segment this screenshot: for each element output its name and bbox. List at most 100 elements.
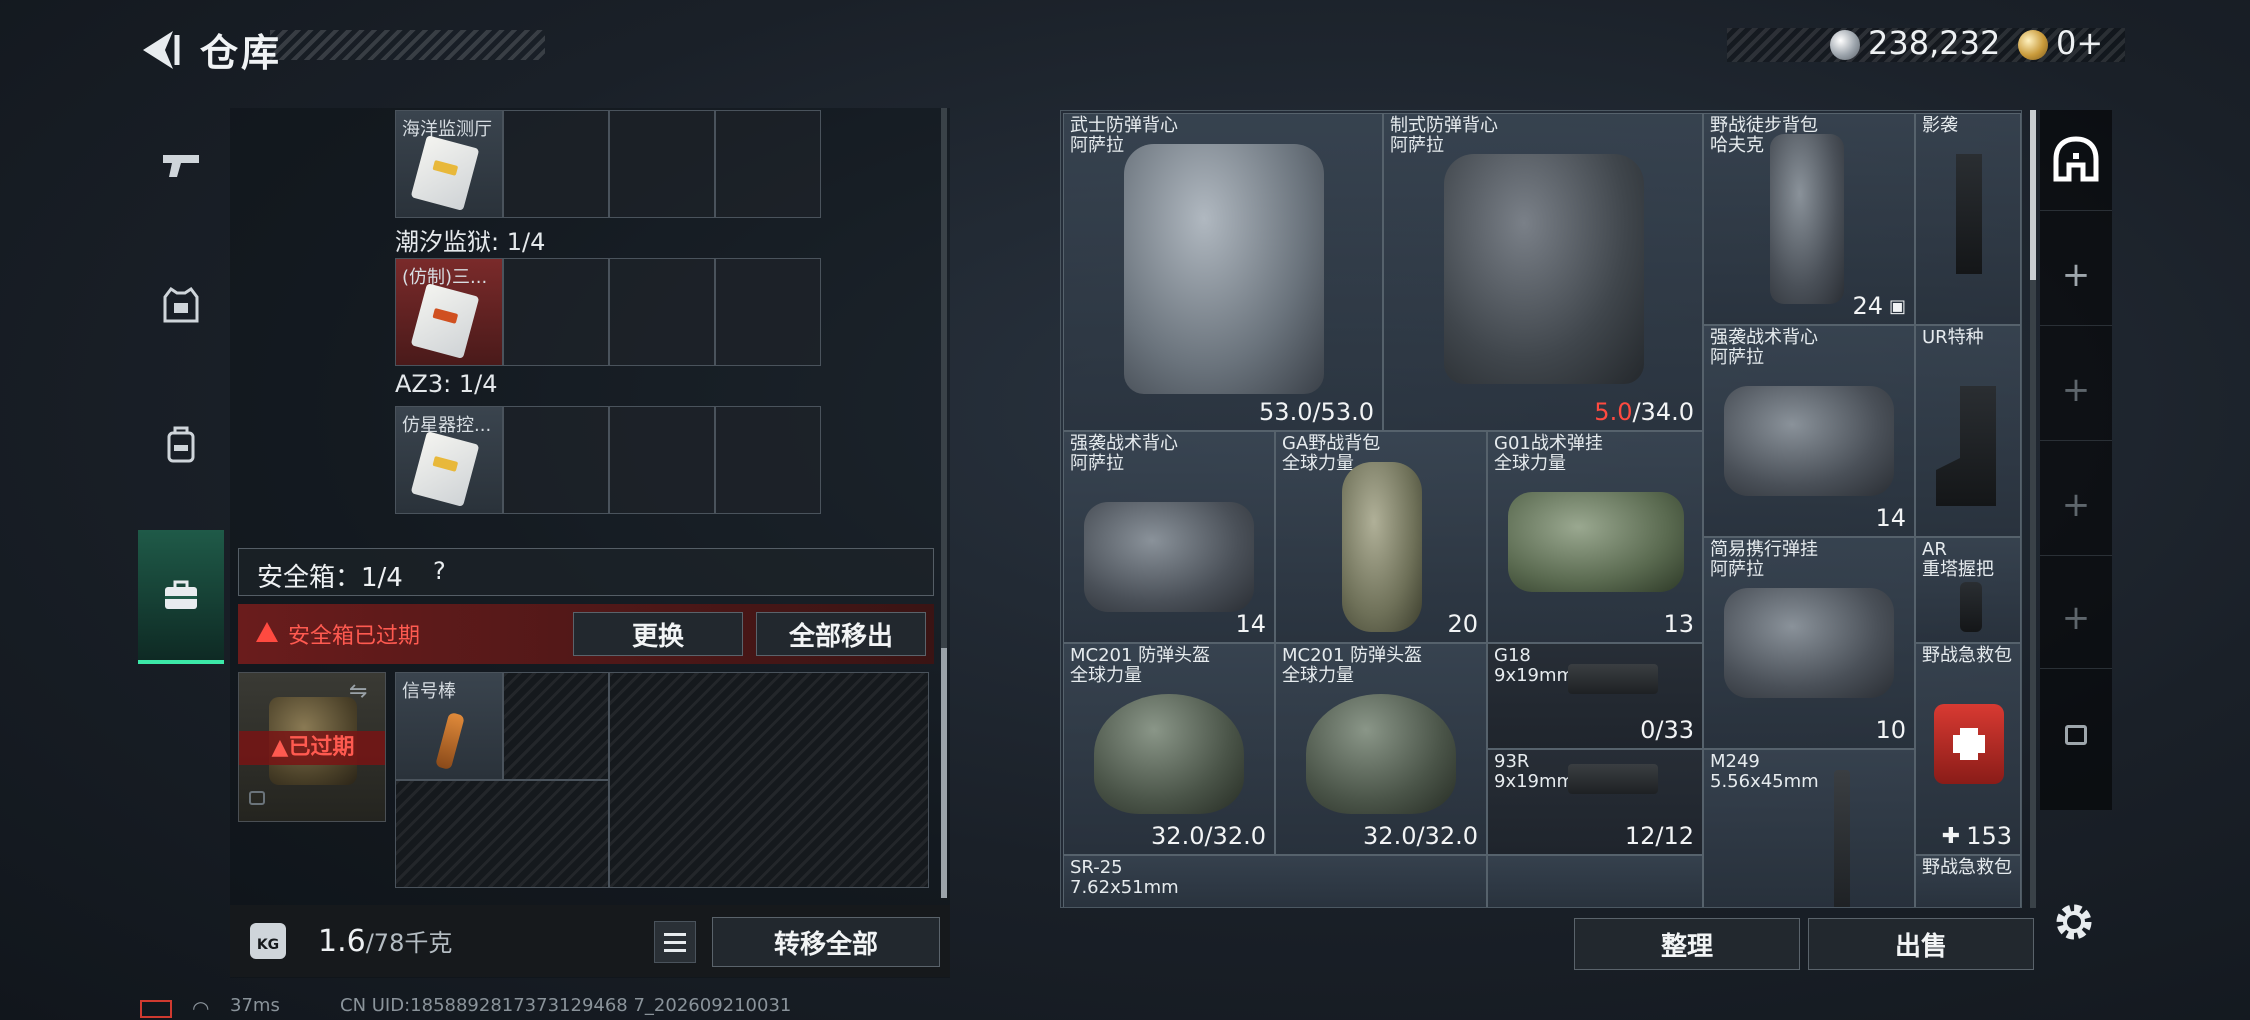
pistol-icon [1568,664,1658,694]
item-cell[interactable]: MC201 防弹头盔 全球力量 32.0/32.0 [1063,643,1275,855]
empty-slot[interactable] [503,406,609,514]
empty-slot[interactable] [503,258,609,366]
warehouse-grid: 武士防弹背心 阿萨拉 53.0/53.0 制式防弹背心 阿萨拉 5.0/34.0… [1060,110,2022,908]
replace-button[interactable]: 更换 [573,612,743,656]
item-cell[interactable]: GA野战背包 全球力量 20 [1275,431,1487,643]
empty-slot[interactable] [609,110,715,218]
grid-scrollbar[interactable] [2030,110,2036,908]
container-slot[interactable]: 仿星器控... [395,406,503,514]
container-slot[interactable]: 海洋监测厅 [395,110,503,218]
helmet-icon [1094,694,1244,814]
item-name: 强袭战术背心 阿萨拉 [1070,433,1178,474]
battery-icon [140,1000,172,1018]
item-cell[interactable]: 强袭战术背心 阿萨拉 14 [1703,325,1915,537]
item-cell[interactable]: AR 重塔握把 [1915,537,2021,643]
empty-slot[interactable] [715,258,821,366]
medkit-icon [1934,704,2004,784]
nav-safebox[interactable] [138,530,224,664]
nav-backpack[interactable] [138,380,224,510]
remove-all-button[interactable]: 全部移出 [756,612,926,656]
item-name: 影袭 [1922,115,1958,136]
left-scrollbar[interactable] [941,108,947,898]
organize-button[interactable]: 整理 [1574,918,1800,970]
item-name: AR 重塔握把 [1922,539,1994,580]
add-tab-button[interactable]: + [2040,340,2112,441]
capacity: 24 ▣ [1852,292,1906,320]
scrollbar-thumb[interactable] [941,648,947,898]
item-cell[interactable]: 野战急救包 [1915,855,2021,907]
transfer-all-button[interactable]: 转移全部 [712,917,940,967]
duffel-icon [1342,462,1422,632]
durability: 5.0/34.0 [1594,398,1694,426]
gold-coin-icon [2018,30,2048,60]
settings-button[interactable] [2050,898,2098,946]
warning-icon [256,622,278,642]
backpack-icon [167,426,195,463]
item-name: MC201 防弹头盔 全球力量 [1070,645,1211,686]
sell-button[interactable]: 出售 [1808,918,2034,970]
item-cell[interactable]: SR-25 7.62x51mm [1063,855,1487,907]
empty-slot[interactable] [503,110,609,218]
item-name: (仿制)三... [402,267,488,288]
expired-text: 安全箱已过期 [288,624,421,649]
nav-equipment[interactable] [138,240,224,370]
locked-tab[interactable] [2040,685,2112,785]
capacity: 13 [1663,610,1694,638]
gold-amount[interactable]: 0+ [2056,24,2103,62]
safebox-label: 安全箱：1/4 [257,563,403,593]
help-icon[interactable]: ? [433,557,446,585]
add-tab-button[interactable]: + [2040,455,2112,556]
item-name: UR特种 [1922,327,1984,348]
item-cell[interactable]: G18 9x19mm 0/33 [1487,643,1703,749]
item-cell[interactable]: 武士防弹背心 阿萨拉 53.0/53.0 [1063,113,1383,431]
item-cell[interactable]: 93R 9x19mm 12/12 [1487,749,1703,855]
item-cell[interactable]: UR特种 [1915,325,2021,537]
item-cell[interactable]: 简易携行弹挂 阿萨拉 10 [1703,537,1915,749]
locked-slot [395,780,609,888]
container-slot[interactable]: (仿制)三... [395,258,503,366]
ping-value: 37ms [230,995,280,1016]
safebox-icon[interactable]: ⇋ ▲已过期 [238,672,386,822]
add-tab-button[interactable]: + [2040,225,2112,326]
item-name: 制式防弹背心 阿萨拉 [1390,115,1498,156]
warehouse-icon [2053,136,2099,182]
add-tab-button[interactable]: + [2040,568,2112,669]
item-cell[interactable]: M249 5.56x45mm [1703,749,1915,907]
item-name: SR-25 7.62x51mm [1070,857,1179,898]
armor-icon [163,286,199,323]
ammo-count: 12/12 [1624,822,1694,850]
uid-text: CN UID:1858892817373129468 7_20260921003… [340,995,792,1016]
empty-slot[interactable] [715,406,821,514]
item-cell[interactable]: 制式防弹背心 阿萨拉 5.0/34.0 [1383,113,1703,431]
scrollbar-thumb[interactable] [2030,110,2036,280]
item-name: 海洋监测厅 [402,119,492,140]
nav-weapons[interactable] [138,100,224,230]
vest-icon [1124,144,1324,394]
safebox-slot[interactable]: 信号棒 [395,672,503,780]
item-cell[interactable]: 野战急救包 ✚ 153 [1915,643,2021,855]
helmet-icon [1306,694,1456,814]
item-name: 信号棒 [402,681,456,702]
item-cell[interactable]: MC201 防弹头盔 全球力量 32.0/32.0 [1275,643,1487,855]
item-name: 野战急救包 [1922,857,2012,878]
item-cell[interactable]: 影袭 [1915,113,2021,325]
list-view-button[interactable] [654,921,696,963]
locked-slot [609,672,929,888]
item-cell[interactable]: 野战徒步背包 哈夫克 24 ▣ [1703,113,1915,325]
item-cell[interactable]: 强袭战术背心 阿萨拉 14 [1063,431,1275,643]
swap-icon[interactable]: ⇋ [349,679,367,704]
item-cell[interactable] [1487,855,1703,907]
keycard-icon [410,135,480,211]
weight-icon: KG [250,923,286,959]
pistol-icon [1568,764,1658,794]
empty-slot[interactable] [715,110,821,218]
back-button[interactable] [135,25,185,75]
silver-coin-icon [1830,30,1860,60]
warehouse-tab-main[interactable] [2040,110,2112,211]
item-cell[interactable]: G01战术弹挂 全球力量 13 [1487,431,1703,643]
category-nav [138,100,224,670]
plus-icon: + [2061,485,2091,525]
empty-slot[interactable] [609,258,715,366]
rifle-icon [1834,770,1850,907]
empty-slot[interactable] [609,406,715,514]
